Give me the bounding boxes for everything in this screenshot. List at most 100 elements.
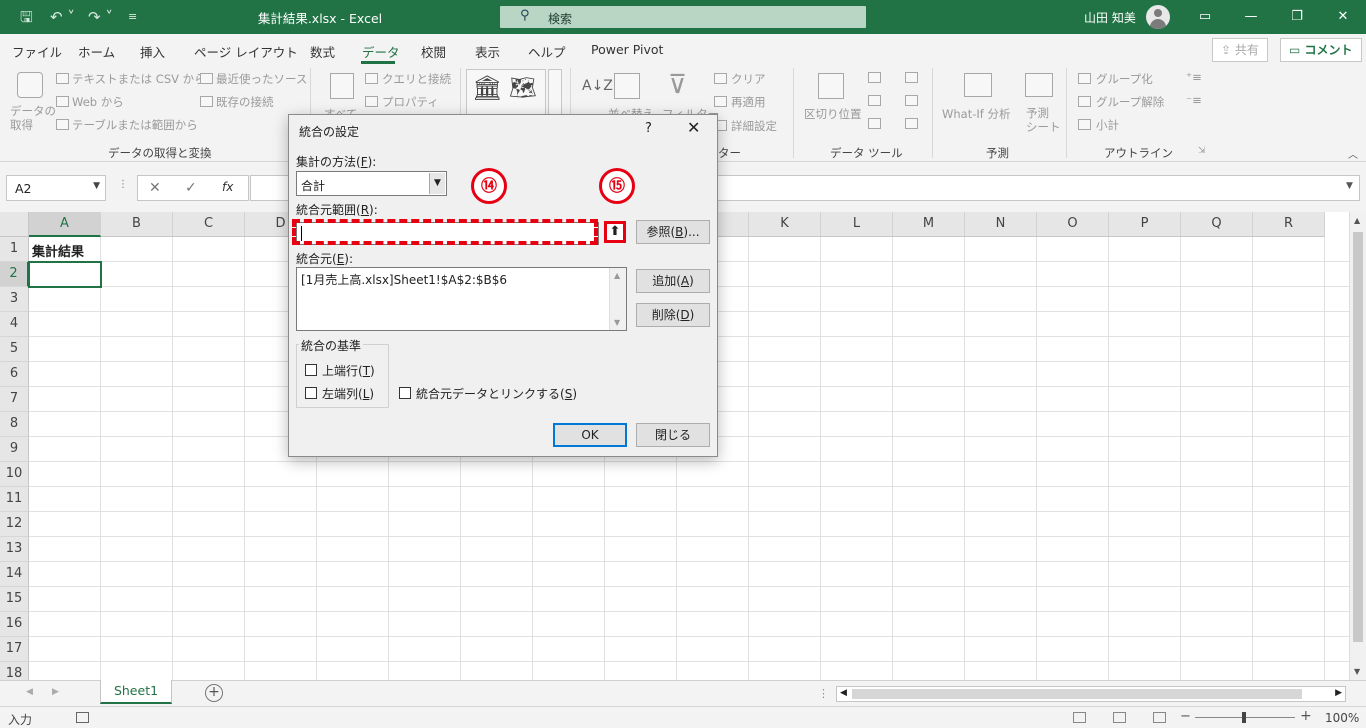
forecast-sheet-button[interactable]: 予測 シート: [1026, 106, 1061, 134]
add-button[interactable]: 追加(A): [636, 269, 710, 293]
add-sheet-icon[interactable]: +: [205, 684, 223, 702]
advanced-button[interactable]: 詳細設定: [731, 118, 777, 134]
text-to-columns-button[interactable]: 区切り位置: [804, 106, 862, 122]
close-icon[interactable]: ✕: [1320, 0, 1366, 34]
next-sheet-icon[interactable]: ▶: [52, 687, 59, 697]
cancel-icon[interactable]: ✕: [149, 180, 161, 196]
page-break-view-icon[interactable]: [1153, 712, 1166, 723]
row-header-4[interactable]: 4: [0, 312, 29, 337]
top-row-checkbox[interactable]: [305, 364, 317, 376]
row-header-7[interactable]: 7: [0, 387, 29, 412]
browse-button[interactable]: 参照(B)...: [636, 220, 710, 244]
collapse-ribbon-icon[interactable]: ︿: [1348, 146, 1358, 161]
row-header-12[interactable]: 12: [0, 512, 29, 537]
outline-dialog-launcher-icon[interactable]: ⇲: [1198, 146, 1206, 156]
scroll-right-icon[interactable]: ▶: [1335, 688, 1342, 698]
scroll-up-icon[interactable]: ▲: [1354, 216, 1360, 225]
user-name[interactable]: 山田 知美: [1084, 9, 1136, 26]
collapse-dialog-icon[interactable]: ⬆: [604, 221, 626, 243]
group-button[interactable]: グループ化: [1096, 71, 1153, 87]
expand-formula-icon[interactable]: ▼: [1346, 181, 1353, 191]
all-references-list[interactable]: [1月売上高.xlsx]Sheet1!$A$2:$B$6 ▲ ▼: [296, 267, 627, 331]
tab-formulas[interactable]: 数式: [310, 42, 335, 61]
restore-icon[interactable]: ❐: [1274, 0, 1320, 34]
row-header-2[interactable]: 2: [0, 262, 29, 287]
left-column-checkbox[interactable]: [305, 387, 317, 399]
subtotal-button[interactable]: 小計: [1096, 117, 1119, 133]
consolidate-icon[interactable]: [905, 72, 918, 83]
page-layout-view-icon[interactable]: [1113, 712, 1126, 723]
select-all-corner[interactable]: [0, 212, 29, 237]
zoom-knob[interactable]: [1242, 712, 1246, 723]
row-header-6[interactable]: 6: [0, 362, 29, 387]
properties-button[interactable]: プロパティ: [382, 94, 439, 110]
insert-function-icon[interactable]: fx: [222, 180, 233, 194]
row-header-16[interactable]: 16: [0, 612, 29, 637]
close-icon[interactable]: ✕: [687, 118, 700, 137]
from-web-button[interactable]: Web から: [72, 94, 124, 110]
ok-button[interactable]: OK: [553, 423, 627, 447]
cell-a1[interactable]: 集計結果: [32, 241, 84, 260]
row-header-13[interactable]: 13: [0, 537, 29, 562]
reapply-button[interactable]: 再適用: [731, 94, 766, 110]
tab-insert[interactable]: 挿入: [140, 42, 165, 61]
left-column-label[interactable]: 左端列(L): [322, 385, 374, 402]
horizontal-scrollbar[interactable]: ◀ ▶: [836, 686, 1346, 702]
tab-file[interactable]: ファイル: [12, 42, 62, 61]
function-select[interactable]: 合計 ▼: [296, 171, 447, 196]
link-source-label[interactable]: 統合元データとリンクする(S): [416, 385, 577, 402]
relationships-icon[interactable]: [905, 95, 918, 106]
scroll-left-icon[interactable]: ◀: [840, 688, 847, 698]
row-header-14[interactable]: 14: [0, 562, 29, 587]
zoom-out-icon[interactable]: −: [1180, 709, 1191, 724]
delete-button[interactable]: 削除(D): [636, 303, 710, 327]
zoom-level[interactable]: 100%: [1325, 711, 1359, 725]
row-header-3[interactable]: 3: [0, 287, 29, 312]
comment-button[interactable]: ▭ コメント: [1280, 38, 1362, 62]
tab-review[interactable]: 校閲: [421, 42, 446, 61]
ungroup-button[interactable]: グループ解除: [1096, 94, 1164, 110]
from-text-csv-button[interactable]: テキストまたは CSV から: [72, 71, 206, 87]
show-detail-icon[interactable]: ⁺≡: [1186, 70, 1202, 84]
column-header-o[interactable]: O: [1037, 212, 1109, 237]
zoom-in-icon[interactable]: +: [1300, 708, 1312, 724]
tab-home[interactable]: ホーム: [78, 42, 115, 61]
tab-help[interactable]: ヘルプ: [528, 42, 566, 61]
chevron-down-icon[interactable]: ▼: [429, 173, 445, 194]
column-header-r[interactable]: R: [1253, 212, 1325, 237]
hide-detail-icon[interactable]: ⁻≡: [1186, 93, 1202, 107]
column-header-n[interactable]: N: [965, 212, 1037, 237]
hscroll-thumb[interactable]: [852, 689, 1302, 699]
flash-fill-icon[interactable]: [868, 72, 881, 83]
selected-cell[interactable]: [28, 261, 102, 288]
column-header-l[interactable]: L: [821, 212, 893, 237]
tab-data[interactable]: データ: [362, 42, 400, 61]
tab-view[interactable]: 表示: [475, 42, 500, 61]
tab-power-pivot[interactable]: Power Pivot: [591, 42, 663, 57]
link-source-checkbox[interactable]: [399, 387, 411, 399]
avatar[interactable]: [1146, 5, 1170, 29]
what-if-button[interactable]: What-If 分析: [942, 106, 1010, 122]
list-scrollbar[interactable]: ▲ ▼: [609, 268, 626, 330]
search-box[interactable]: ⚲ 検索: [500, 6, 866, 28]
scroll-thumb[interactable]: [1353, 232, 1363, 642]
macro-record-icon[interactable]: [76, 712, 89, 723]
normal-view-icon[interactable]: [1073, 712, 1086, 723]
existing-connections-button[interactable]: 既存の接続: [216, 94, 274, 110]
tab-split-icon[interactable]: ⋮: [818, 687, 829, 700]
share-button[interactable]: ⇪ 共有: [1212, 38, 1268, 62]
ribbon-display-icon[interactable]: ▭: [1182, 0, 1228, 34]
column-header-a[interactable]: A: [29, 212, 101, 237]
close-button[interactable]: 閉じる: [636, 423, 710, 447]
clear-button[interactable]: クリア: [731, 71, 766, 87]
row-header-10[interactable]: 10: [0, 462, 29, 487]
row-header-5[interactable]: 5: [0, 337, 29, 362]
help-icon[interactable]: ?: [645, 121, 652, 136]
vertical-scrollbar[interactable]: ▲ ▼: [1349, 212, 1366, 680]
column-header-p[interactable]: P: [1109, 212, 1181, 237]
sheet-tab-sheet1[interactable]: Sheet1: [100, 680, 172, 704]
row-header-1[interactable]: 1: [0, 237, 29, 262]
manage-data-model-icon[interactable]: [905, 118, 918, 129]
row-header-8[interactable]: 8: [0, 412, 29, 437]
minimize-icon[interactable]: —: [1228, 0, 1274, 34]
